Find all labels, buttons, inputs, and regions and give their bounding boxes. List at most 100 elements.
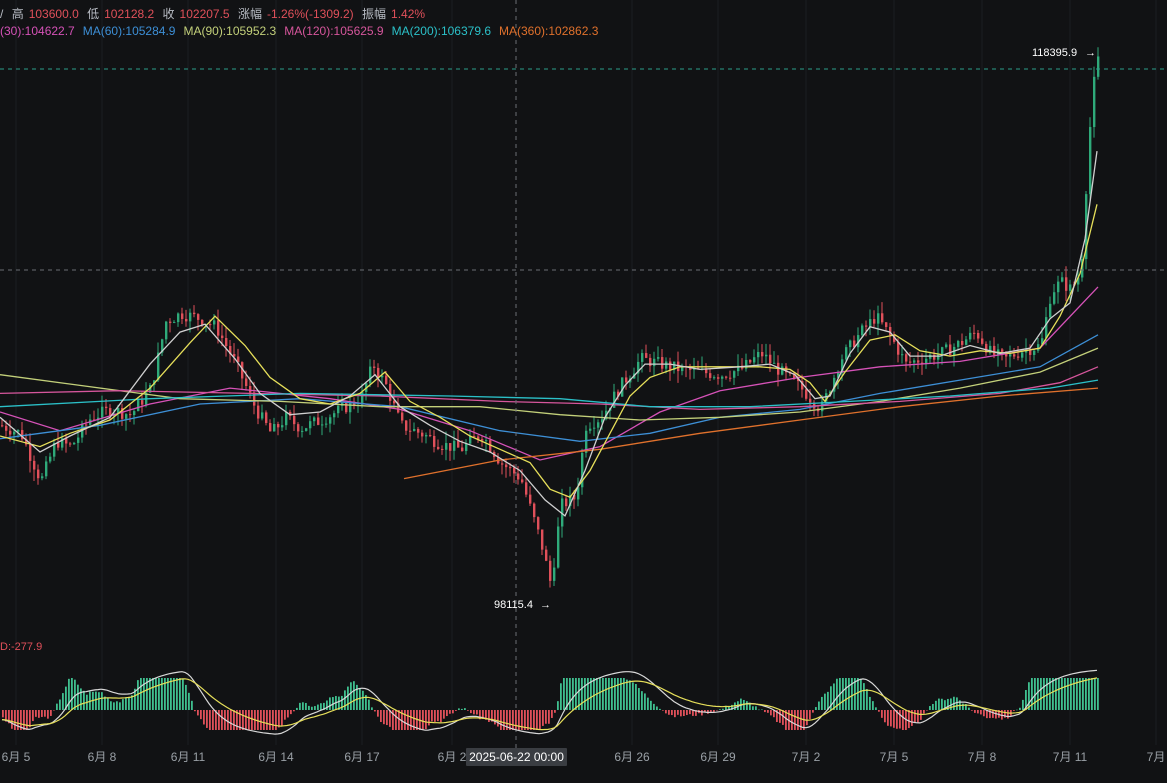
candle-body — [773, 362, 776, 364]
macd-bar — [170, 678, 172, 710]
macd-bar — [599, 678, 601, 710]
macd-bar — [32, 710, 34, 722]
candle-body — [657, 357, 660, 359]
macd-bar — [410, 710, 412, 730]
macd-bar — [1013, 710, 1015, 711]
candle-body — [249, 385, 252, 393]
macd-bar — [791, 710, 793, 730]
candle-body — [369, 366, 372, 384]
macd-bar — [1082, 678, 1084, 710]
macd-bar — [497, 710, 499, 727]
macd-bar — [311, 706, 313, 710]
candle-body — [213, 320, 216, 325]
candle-body — [537, 517, 540, 530]
macd-bar — [467, 710, 469, 711]
macd-line — [1, 669, 1098, 735]
macd-bar — [530, 710, 532, 730]
macd-bar — [269, 710, 271, 730]
macd-bar — [233, 710, 235, 730]
macd-bar — [563, 678, 565, 710]
macd-bar — [260, 710, 262, 730]
macd-bar — [11, 710, 13, 729]
macd-bar — [926, 710, 928, 711]
macd-bar — [968, 707, 970, 710]
macd-bar — [833, 683, 835, 710]
candle-body — [261, 412, 264, 419]
macd-bar — [503, 710, 505, 730]
macd-bar — [203, 710, 205, 725]
candle-body — [309, 421, 312, 429]
candle-body — [665, 361, 668, 369]
ma-legend-item: MA(200):106379.6 — [391, 24, 492, 38]
candle-body — [593, 427, 596, 429]
ma-legend-item: MA(90):105952.3 — [183, 24, 277, 38]
price-chart-svg[interactable]: 118395.9 → 98115.4 → 6月 5 6月 8 6月 11 6月 14 6月 17… — [0, 0, 1167, 778]
macd-bar — [17, 710, 19, 730]
macd-bar — [251, 710, 253, 730]
candle-body — [969, 332, 972, 340]
macd-bar — [824, 693, 826, 710]
candle-body — [401, 412, 404, 421]
candle-body — [297, 424, 300, 432]
candle-body — [33, 460, 36, 470]
macd-bar — [992, 710, 994, 718]
candle-body — [725, 376, 728, 378]
macd-bar — [68, 678, 70, 710]
macd-bar — [98, 692, 100, 710]
macd-bar — [101, 692, 103, 710]
macd-bar — [1007, 710, 1009, 719]
candle-body — [849, 340, 852, 348]
candle-body — [1097, 56, 1100, 77]
candle-body — [457, 440, 460, 448]
candle-body — [45, 461, 48, 477]
candle-body — [485, 440, 488, 442]
macd-bar — [650, 700, 652, 710]
macd-bar — [872, 701, 874, 710]
macd-bar — [842, 678, 844, 710]
macd-bar — [644, 693, 646, 710]
macd-bar — [542, 710, 544, 726]
candle-body — [721, 376, 724, 379]
candle-body — [565, 498, 568, 507]
macd-bar — [1070, 678, 1072, 710]
macd-bar — [875, 707, 877, 710]
macd-bar — [56, 703, 58, 710]
candle-body — [973, 332, 976, 334]
macd-bar — [200, 710, 202, 720]
candle-body — [285, 411, 288, 426]
macd-bar — [407, 710, 409, 730]
macd-bar — [1067, 678, 1069, 710]
macd-bar — [431, 710, 433, 722]
low-annotation: 98115.4 — [494, 599, 533, 611]
x-tick-label: 6月 17 — [344, 750, 380, 764]
macd-bar — [806, 710, 808, 726]
macd-bar — [149, 678, 151, 710]
macd-bar — [857, 678, 859, 710]
crosshair-time-label: 2025-06-22 00:00 — [469, 750, 564, 764]
macd-bar — [290, 710, 292, 715]
low-label: 低 — [87, 7, 100, 21]
candle-body — [509, 467, 512, 469]
macd-bar — [593, 678, 595, 710]
candle-body — [1, 425, 4, 427]
macd-bar — [284, 710, 286, 720]
candle-body — [189, 312, 192, 322]
macd-bar — [44, 710, 46, 717]
macd-bar — [293, 710, 295, 712]
macd-bar — [140, 678, 142, 710]
chart-area[interactable]: 118395.9 → 98115.4 → 6月 5 6月 8 6月 11 6月 14 6月 17… — [0, 0, 1167, 778]
candle-body — [865, 325, 868, 327]
macd-bar — [182, 679, 184, 710]
candle-body — [945, 344, 948, 348]
candle-body — [661, 357, 664, 369]
macd-bar — [1043, 678, 1045, 710]
macd-bar — [602, 678, 604, 710]
macd-bar — [686, 710, 688, 716]
candle-body — [845, 347, 848, 360]
macd-bar — [617, 678, 619, 710]
macd-bar — [362, 690, 364, 710]
macd-bar — [158, 678, 160, 710]
candle-body — [1069, 284, 1072, 291]
macd-bar — [722, 708, 724, 710]
macd-bar — [881, 710, 883, 718]
